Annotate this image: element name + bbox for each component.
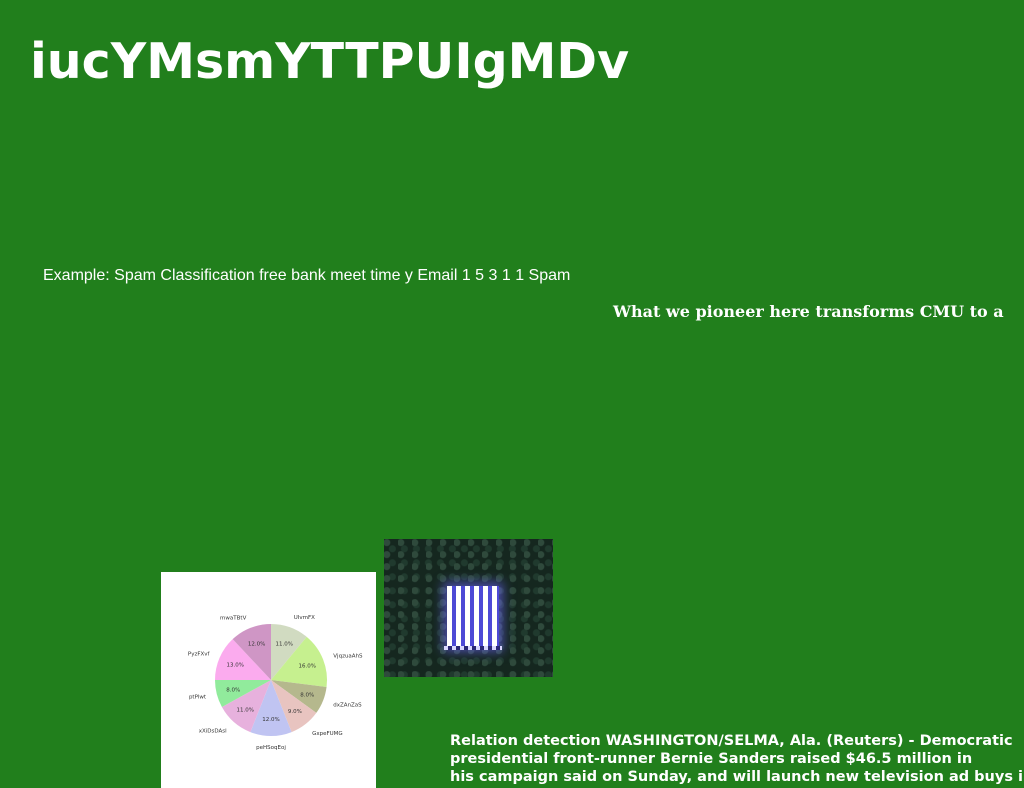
window-sill-image xyxy=(444,646,502,650)
pie-chart-card: 11.0% UIvmFX 16.0% VjqzuaAhS 8.0% dxZAnZaS 9.0… xyxy=(161,572,376,788)
pie-slice-label: ptPlwt xyxy=(189,695,207,701)
pie-slice-percent: 8.0% xyxy=(226,688,240,694)
page: iucYMsmYTTPUIgMDv Example: Spam Classifi… xyxy=(0,0,1024,788)
pie-slice-percent: 9.0% xyxy=(288,709,302,715)
lit-window-image xyxy=(447,586,499,648)
example-text: Example: Spam Classification free bank m… xyxy=(43,267,571,284)
tagline-text: What we pioneer here transforms CMU to a xyxy=(613,302,1004,321)
pie-slice-label: peHSoqEoj xyxy=(256,745,286,751)
pie-slice-label: mwaTBtV xyxy=(220,616,247,622)
window-photo xyxy=(384,539,553,677)
news-text: Relation detection WASHINGTON/SELMA, Ala… xyxy=(450,732,1024,786)
page-title: iucYMsmYTTPUIgMDv xyxy=(30,33,630,90)
news-line: his campaign said on Sunday, and will la… xyxy=(450,769,1024,785)
pie-slice-label: dxZAnZaS xyxy=(333,703,362,709)
pie-slice-label: VjqzuaAhS xyxy=(333,653,363,659)
pie-slice-percent: 11.0% xyxy=(275,641,292,647)
pie-slice-label: PyzFXvf xyxy=(188,651,211,657)
pie-slice-label: GxpeFUMG xyxy=(312,731,343,737)
news-line: Relation detection WASHINGTON/SELMA, Ala… xyxy=(450,733,1013,749)
pie-slice-percent: 13.0% xyxy=(226,663,243,669)
news-line: presidential front-runner Bernie Sanders… xyxy=(450,751,973,767)
pie-slice-label: UIvmFX xyxy=(294,615,315,621)
pie-slice-label: xXiDsDAsl xyxy=(199,728,227,734)
pie-slice-percent: 12.0% xyxy=(262,717,279,723)
pie-chart: 11.0% UIvmFX 16.0% VjqzuaAhS 8.0% dxZAnZaS 9.0… xyxy=(188,615,363,751)
pie-slice-percent: 8.0% xyxy=(300,692,314,698)
pie-slice-percent: 12.0% xyxy=(248,642,265,648)
pie-slice-percent: 16.0% xyxy=(299,664,316,670)
pie-slice-percent: 11.0% xyxy=(236,707,253,713)
